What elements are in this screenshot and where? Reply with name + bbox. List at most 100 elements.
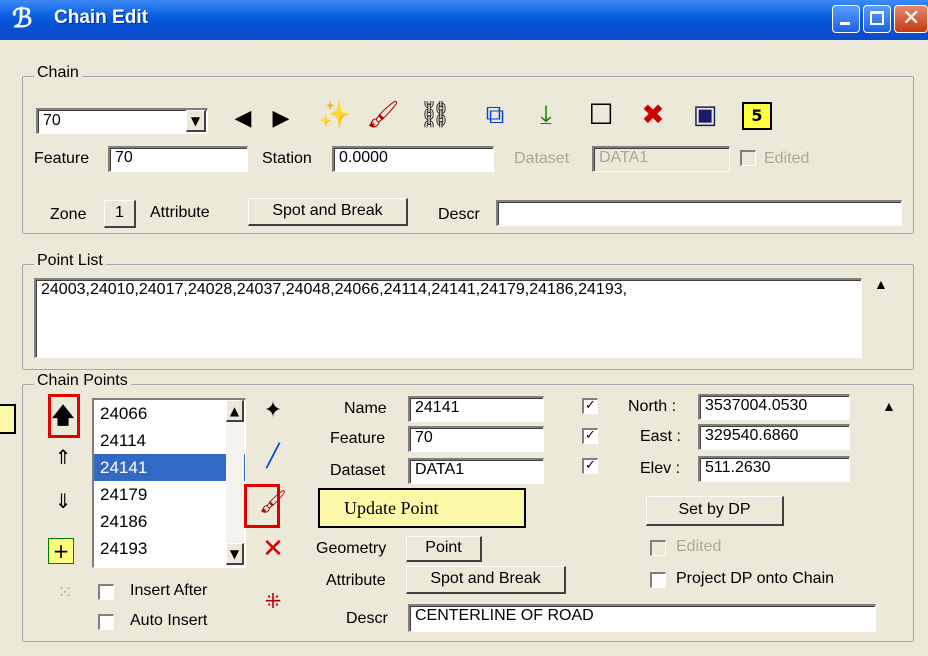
feature-label: Feature bbox=[34, 150, 90, 167]
auto-insert-checkbox[interactable] bbox=[98, 614, 114, 630]
chain-select-value: 70 bbox=[43, 112, 61, 129]
name-input[interactable]: 24141 bbox=[408, 396, 544, 422]
move-top-icon[interactable]: ⇑ bbox=[48, 442, 78, 472]
chain-edit-window: ℬ Chain Edit ✕ Chain 70 ▼ ◀ ▶ ✨ 🖌 ⛓ ⧉ ⤓ … bbox=[0, 0, 928, 656]
move-bottom-icon[interactable]: ⇓ bbox=[48, 486, 78, 516]
list-item[interactable]: 24186 bbox=[94, 508, 245, 535]
scroll-down-button[interactable]: ▼ bbox=[226, 543, 244, 565]
geometry-label: Geometry bbox=[316, 540, 387, 557]
renumber-icon[interactable]: ⁜ bbox=[258, 586, 288, 616]
chain-points-label: Chain Points bbox=[34, 372, 131, 390]
dataset-checkbox[interactable]: ✓ bbox=[582, 458, 598, 474]
point-feature-input[interactable]: 70 bbox=[408, 426, 544, 452]
delete-chain-icon[interactable]: ✖ bbox=[638, 100, 668, 130]
point-attribute-label: Attribute bbox=[326, 572, 386, 589]
station-label: Station bbox=[262, 150, 312, 167]
chain-wand-icon[interactable]: ✨ bbox=[319, 100, 351, 130]
point-dataset-label: Dataset bbox=[330, 462, 386, 479]
north-label: North : bbox=[628, 398, 677, 415]
chevron-down-icon: ▼ bbox=[190, 114, 201, 128]
project-dp-checkbox[interactable] bbox=[650, 572, 666, 588]
close-button[interactable]: ✕ bbox=[894, 5, 928, 33]
list-item[interactable]: 24114 bbox=[94, 427, 245, 454]
insert-point-icon[interactable]: + bbox=[48, 538, 74, 564]
scroll-up-button[interactable]: ▲ bbox=[226, 400, 244, 422]
point-edited-label: Edited bbox=[676, 538, 722, 555]
name-label: Name bbox=[344, 400, 387, 417]
east-input[interactable]: 329540.6860 bbox=[698, 424, 850, 450]
maximize-button[interactable] bbox=[863, 5, 891, 33]
move-up-highlight-box bbox=[48, 394, 80, 438]
dotted-grid-icon: ⁙ bbox=[57, 582, 73, 603]
point-descr-input[interactable]: CENTERLINE OF ROAD bbox=[408, 604, 876, 632]
elev-label: Elev : bbox=[640, 460, 681, 477]
chain-link-icon[interactable]: ⛓ bbox=[419, 100, 452, 130]
chain-group-label: Chain bbox=[34, 64, 82, 82]
chain-points-collapse-icon[interactable]: ▲ bbox=[882, 398, 896, 414]
paint-brush-icon[interactable]: 🖌 bbox=[367, 100, 400, 130]
download-arrow-icon[interactable]: ⤓ bbox=[531, 100, 561, 130]
north-input[interactable]: 3537004.0530 bbox=[698, 394, 850, 420]
list-item[interactable]: 24179 bbox=[94, 481, 245, 508]
maximize-icon bbox=[870, 11, 884, 25]
station-input[interactable]: 0.0000 bbox=[332, 146, 494, 172]
update-point-callout: Update Point bbox=[318, 488, 526, 528]
close-icon: ✕ bbox=[902, 6, 921, 31]
descr-input[interactable] bbox=[496, 200, 902, 226]
attribute-button[interactable]: Spot and Break bbox=[248, 198, 408, 226]
descr-label: Descr bbox=[438, 206, 480, 223]
east-label: East : bbox=[640, 428, 681, 445]
scroll-down-icon: ▼ bbox=[229, 547, 240, 561]
chain-frame-icon[interactable]: ▣ bbox=[690, 100, 720, 130]
point-dataset-input[interactable]: DATA1 bbox=[408, 458, 544, 484]
dataset-input: DATA1 bbox=[592, 146, 730, 172]
select-box-icon[interactable]: ⧉ bbox=[480, 100, 510, 130]
edited-label: Edited bbox=[764, 150, 810, 167]
dir-icon[interactable]: 5 bbox=[742, 102, 772, 130]
list-item[interactable]: 24141 bbox=[94, 454, 245, 481]
feature-checkbox[interactable]: ✓ bbox=[582, 428, 598, 444]
edited-checkbox bbox=[740, 150, 756, 166]
chain-points-scrollbar[interactable] bbox=[226, 400, 244, 566]
minimize-button[interactable] bbox=[832, 5, 860, 33]
next-arrow-icon[interactable]: ▶ bbox=[266, 104, 296, 134]
chain-select-dropdown-button[interactable]: ▼ bbox=[186, 110, 206, 132]
callout-left-edge bbox=[0, 404, 16, 434]
insert-after-label: Insert After bbox=[130, 582, 208, 599]
zone-button[interactable]: 1 bbox=[104, 200, 136, 228]
window-title: Chain Edit bbox=[54, 7, 148, 28]
list-item[interactable]: 24193 bbox=[94, 535, 245, 562]
attribute-label: Attribute bbox=[150, 204, 210, 221]
elev-input[interactable]: 511.2630 bbox=[698, 456, 850, 482]
prev-arrow-icon[interactable]: ◀ bbox=[228, 104, 258, 134]
name-checkbox[interactable]: ✓ bbox=[582, 398, 598, 414]
dir-icon-label: 5 bbox=[751, 106, 763, 125]
geometry-button[interactable]: Point bbox=[406, 536, 482, 562]
point-attribute-button[interactable]: Spot and Break bbox=[406, 566, 566, 594]
set-by-dp-button[interactable]: Set by DP bbox=[646, 496, 784, 526]
point-list-collapse-icon[interactable]: ▲ bbox=[874, 276, 888, 292]
auto-insert-label: Auto Insert bbox=[130, 612, 208, 629]
point-feature-label: Feature bbox=[330, 430, 386, 447]
chain-points-list[interactable]: 24066 24114 24141 24179 24186 24193 bbox=[92, 398, 246, 568]
point-descr-label: Descr bbox=[346, 610, 388, 627]
dataset-label: Dataset bbox=[514, 150, 570, 167]
title-bar[interactable]: ℬ Chain Edit ✕ bbox=[0, 0, 928, 40]
chain-select[interactable]: 70 bbox=[36, 108, 208, 134]
minimize-icon bbox=[840, 22, 850, 25]
project-dp-label: Project DP onto Chain bbox=[676, 570, 835, 587]
list-item[interactable]: 24066 bbox=[94, 400, 245, 427]
insert-after-checkbox[interactable] bbox=[98, 584, 114, 600]
zone-label: Zone bbox=[50, 206, 87, 223]
point-list-label: Point List bbox=[34, 252, 106, 270]
update-point-highlight-box bbox=[244, 484, 280, 528]
delete-point-icon[interactable]: ✕ bbox=[258, 534, 288, 564]
point-list-text[interactable]: 24003,24010,24017,24028,24037,24048,2406… bbox=[34, 278, 862, 358]
app-icon: ℬ bbox=[12, 4, 33, 34]
new-point-icon[interactable]: ✦ bbox=[258, 396, 288, 426]
feature-input[interactable]: 70 bbox=[108, 146, 248, 172]
scroll-up-icon: ▲ bbox=[229, 404, 240, 418]
point-edited-checkbox bbox=[650, 540, 666, 556]
new-box-icon[interactable]: ☐ bbox=[586, 100, 616, 130]
edit-line-icon[interactable]: ╱ bbox=[258, 442, 288, 472]
